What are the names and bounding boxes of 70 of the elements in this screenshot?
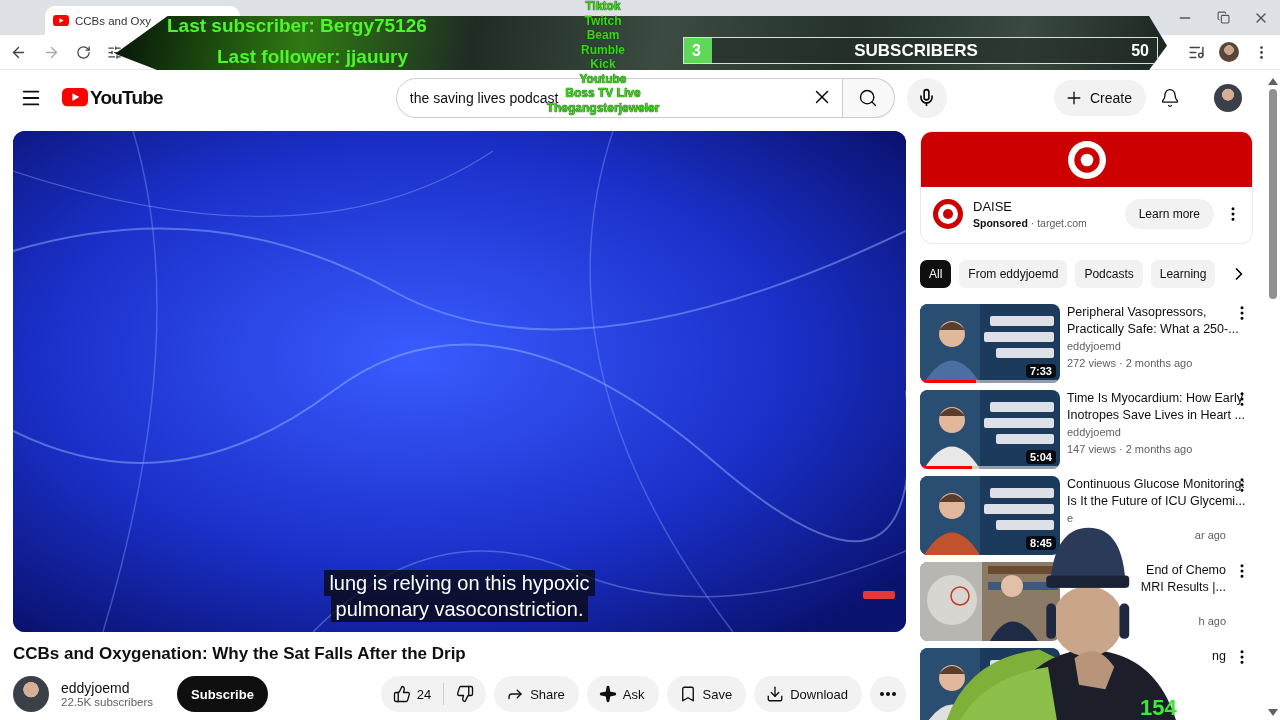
save-button[interactable]: Save bbox=[666, 676, 747, 712]
video-title-line[interactable]: Is It the Future of ICU Glycemi... bbox=[1067, 493, 1246, 510]
restore-icon[interactable] bbox=[1216, 11, 1230, 24]
platform-name: Tiktok bbox=[585, 0, 621, 14]
sparkle-icon bbox=[598, 685, 617, 703]
thumbs-up-icon bbox=[392, 685, 411, 703]
channel-name: eddyjoemd bbox=[1067, 425, 1121, 440]
filter-chip[interactable]: All bbox=[920, 260, 952, 288]
account-avatar[interactable] bbox=[1214, 83, 1242, 112]
youtube-logo-text: YouTube bbox=[90, 86, 163, 109]
more-actions-button[interactable] bbox=[870, 676, 906, 712]
video-title-line[interactable]: Inotropes Save Lives in Heart ... bbox=[1067, 407, 1245, 424]
channel-name: e bbox=[1067, 511, 1074, 526]
channel-name[interactable]: eddyjoemd bbox=[61, 680, 154, 696]
advertiser-logo-icon bbox=[933, 199, 963, 229]
last-follower-text: Last follower: jjauury bbox=[217, 47, 410, 67]
goal-label: SUBSCRIBERS bbox=[853, 40, 979, 61]
download-icon bbox=[766, 685, 785, 703]
scroll-up-icon[interactable] bbox=[1268, 78, 1278, 85]
share-button[interactable]: Share bbox=[494, 676, 579, 712]
like-button[interactable]: 24 bbox=[380, 676, 444, 712]
thumbs-down-icon bbox=[456, 685, 475, 703]
search-button[interactable] bbox=[842, 77, 895, 118]
ask-button[interactable]: Ask bbox=[586, 676, 659, 712]
reload-icon[interactable] bbox=[76, 44, 91, 60]
platform-name: Rumble bbox=[581, 42, 625, 57]
video-title-line[interactable]: Practically Safe: What a 250-... bbox=[1067, 321, 1239, 338]
download-button[interactable]: Download bbox=[754, 676, 862, 712]
platform-name: Twitch bbox=[584, 13, 622, 28]
scroll-down-icon[interactable] bbox=[1268, 709, 1278, 716]
youtube-logo-icon bbox=[53, 14, 69, 27]
site-settings-icon[interactable] bbox=[107, 44, 122, 60]
goal-current: 3 bbox=[691, 41, 702, 60]
video-title-line[interactable]: Continuous Glucose Monitoring: bbox=[1067, 476, 1245, 493]
ad-card[interactable]: DAISE Sponsored · target.com Learn more bbox=[920, 131, 1253, 244]
profile-avatar[interactable] bbox=[1219, 42, 1239, 62]
ad-banner[interactable] bbox=[921, 132, 1252, 187]
video-title-line[interactable]: ng bbox=[1212, 648, 1226, 665]
video-title-line[interactable]: Time Is Myocardium: How Early bbox=[1067, 390, 1243, 407]
filter-chip[interactable]: Learning bbox=[1150, 260, 1216, 288]
filter-chip[interactable]: From eddyjoemd bbox=[959, 260, 1068, 288]
video-meta: ar ago bbox=[1194, 528, 1226, 543]
duration-label: 5:04 bbox=[1025, 450, 1056, 464]
learn-more-button[interactable]: Learn more bbox=[1124, 199, 1214, 229]
more-icon bbox=[880, 692, 896, 696]
video-player[interactable]: lung is relying on this hypoxic pulmonary vasoconstriction. bbox=[13, 131, 906, 632]
video-meta: 147 views · 2 months ago bbox=[1067, 442, 1193, 457]
goal-target: 50 bbox=[1130, 41, 1150, 60]
subscriber-count: 22.5K subscribers bbox=[61, 696, 154, 708]
filter-chip[interactable]: Podcasts bbox=[1075, 260, 1143, 288]
notifications-button[interactable] bbox=[1160, 87, 1180, 108]
subscribe-button[interactable]: Subscribe bbox=[177, 676, 268, 712]
search-icon bbox=[858, 87, 879, 108]
scrollbar-thumb[interactable] bbox=[1269, 89, 1277, 299]
bell-icon bbox=[1160, 87, 1180, 108]
platform-name: Boss TV Live bbox=[565, 86, 641, 101]
video-meta: h ago bbox=[1198, 614, 1226, 629]
platform-name: Beam bbox=[586, 28, 620, 43]
platform-name: Kick bbox=[590, 57, 616, 72]
duration-label: 7:33 bbox=[1025, 364, 1056, 378]
ad-title: DAISE bbox=[973, 199, 1013, 214]
video-title-line[interactable]: Peripheral Vasopressors, bbox=[1067, 304, 1207, 321]
create-button[interactable]: Create bbox=[1053, 79, 1146, 116]
ad-byline: Sponsored · target.com bbox=[973, 217, 1087, 229]
channel-name: eddyjoemd bbox=[1067, 339, 1121, 354]
video-title: CCBs and Oxygenation: Why the Sat Falls After the Drip bbox=[13, 644, 467, 664]
youtube-logo-icon bbox=[62, 88, 88, 107]
video-meta: 272 views · 2 months ago bbox=[1067, 356, 1193, 371]
target-logo-icon bbox=[1067, 140, 1106, 179]
channel-avatar[interactable] bbox=[13, 676, 49, 712]
